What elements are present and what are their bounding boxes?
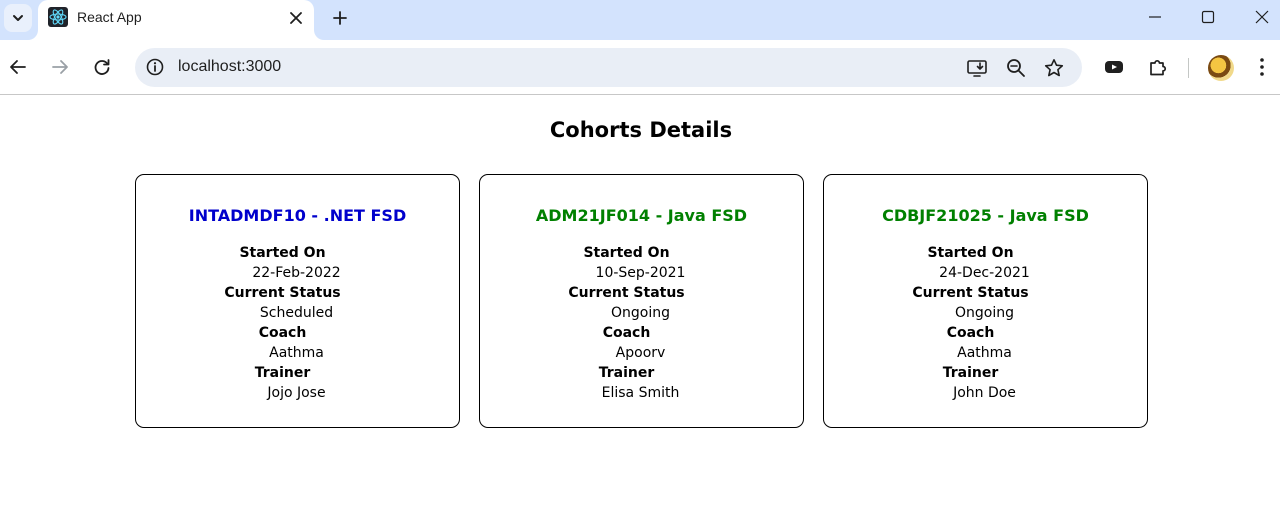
started-on-label: Started On: [927, 245, 1014, 261]
minimize-button[interactable]: [1140, 4, 1170, 30]
chevron-down-icon: [13, 15, 23, 21]
cohort-card-list: INTADMDF10 - .NET FSD Started On 22-Feb-…: [135, 174, 1148, 429]
url-text[interactable]: localhost:3000: [178, 58, 281, 76]
cohort-card: ADM21JF014 - Java FSD Started On 10-Sep-…: [479, 174, 804, 428]
current-status-value: Ongoing: [955, 305, 1014, 321]
media-control-button[interactable]: [1102, 55, 1126, 79]
tab-title: React App: [77, 9, 142, 25]
current-status-label: Current Status: [568, 285, 685, 301]
reload-icon: [94, 59, 110, 75]
zoom-button[interactable]: [1004, 56, 1028, 80]
tab-close-button[interactable]: [286, 8, 306, 28]
trainer-value: Jojo Jose: [267, 385, 326, 401]
started-on-label: Started On: [583, 245, 670, 261]
forward-arrow-icon: [52, 60, 68, 74]
browser-toolbar: localhost:3000: [0, 40, 1280, 95]
coach-label: Coach: [602, 325, 651, 341]
avatar[interactable]: [1208, 55, 1234, 81]
cohort-title: CDBJF21025 - Java FSD: [882, 206, 1089, 225]
trainer-label: Trainer: [254, 365, 311, 381]
trainer-value: John Doe: [953, 385, 1016, 401]
current-status-label: Current Status: [912, 285, 1029, 301]
coach-value: Aathma: [269, 345, 324, 361]
cohort-title: ADM21JF014 - Java FSD: [535, 206, 748, 225]
cohort-card: INTADMDF10 - .NET FSD Started On 22-Feb-…: [135, 174, 460, 428]
cohort-title: INTADMDF10 - .NET FSD: [188, 206, 407, 225]
tab-search-button[interactable]: [4, 4, 32, 32]
reload-button[interactable]: [90, 55, 114, 79]
kebab-menu-icon: [1260, 58, 1264, 76]
coach-value: Apoorv: [615, 345, 666, 361]
install-app-icon: [967, 60, 987, 77]
trainer-label: Trainer: [598, 365, 655, 381]
plus-icon: [333, 11, 347, 25]
started-on-value: 24-Dec-2021: [939, 265, 1030, 281]
back-arrow-icon: [10, 60, 26, 74]
started-on-value: 22-Feb-2022: [252, 265, 341, 281]
extensions-button[interactable]: [1146, 55, 1170, 79]
started-on-value: 10-Sep-2021: [595, 265, 686, 281]
trainer-value: Elisa Smith: [601, 385, 680, 401]
maximize-button[interactable]: [1193, 4, 1223, 30]
address-bar[interactable]: localhost:3000: [135, 48, 1082, 87]
minimize-icon: [1149, 16, 1161, 18]
coach-label: Coach: [258, 325, 307, 341]
page-content: Cohorts Details INTADMDF10 - .NET FSD St…: [0, 96, 1280, 510]
back-button[interactable]: [6, 55, 30, 79]
browser-tab-active[interactable]: React App: [38, 0, 314, 40]
trainer-label: Trainer: [942, 365, 999, 381]
coach-value: Aathma: [957, 345, 1012, 361]
started-on-label: Started On: [239, 245, 326, 261]
star-icon: [1044, 59, 1064, 77]
bookmark-button[interactable]: [1042, 56, 1066, 80]
cohort-card: CDBJF21025 - Java FSD Started On 24-Dec-…: [823, 174, 1148, 428]
window-close-button[interactable]: [1247, 4, 1277, 30]
current-status-value: Scheduled: [259, 305, 334, 321]
coach-label: Coach: [946, 325, 995, 341]
puzzle-icon: [1150, 59, 1167, 76]
info-icon: [146, 58, 164, 76]
forward-button[interactable]: [48, 55, 72, 79]
install-app-button[interactable]: [965, 56, 989, 80]
new-tab-button[interactable]: [328, 6, 352, 30]
page-title: Cohorts Details: [549, 118, 733, 142]
current-status-value: Ongoing: [611, 305, 670, 321]
browser-menu-button[interactable]: [1250, 55, 1274, 79]
close-icon: [290, 12, 302, 24]
toolbar-separator: [1188, 58, 1189, 78]
current-status-label: Current Status: [224, 285, 341, 301]
react-logo-icon: [48, 7, 68, 27]
zoom-out-icon: [1007, 59, 1025, 77]
close-icon: [1255, 10, 1269, 24]
media-control-icon: [1105, 61, 1123, 73]
tab-strip: React App: [0, 0, 1280, 40]
maximize-icon: [1201, 10, 1215, 24]
site-info-button[interactable]: [145, 57, 165, 77]
